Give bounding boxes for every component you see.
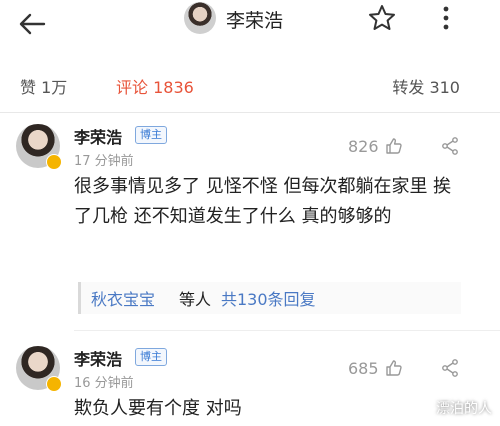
top-bar: 李荣浩 bbox=[0, 0, 500, 48]
tab-reposts[interactable]: 转发 310 bbox=[392, 74, 460, 98]
thumb-up-icon[interactable] bbox=[384, 136, 404, 156]
thumb-up-icon[interactable] bbox=[384, 358, 404, 378]
like-count: 826 bbox=[348, 137, 379, 156]
page-title: 李荣浩 bbox=[226, 10, 284, 32]
reply-user-link[interactable]: 秋衣宝宝 bbox=[91, 286, 155, 310]
comment-time: 16 分钟前 bbox=[74, 376, 134, 391]
tab-likes[interactable]: 赞 1万 bbox=[20, 74, 67, 98]
comment-text: 很多事情见多了 见怪不怪 但每次都躺在家里 挨了几枪 还不知道发生了什么 真的够… bbox=[74, 176, 452, 227]
comment-time: 17 分钟前 bbox=[74, 154, 134, 169]
watermark: 漂泊的人 bbox=[436, 401, 492, 417]
back-arrow-icon[interactable] bbox=[14, 6, 50, 42]
author-tag: 博主 bbox=[135, 348, 167, 366]
share-icon[interactable] bbox=[440, 358, 460, 378]
reply-count-link[interactable]: 共130条回复 bbox=[221, 286, 316, 310]
comment-author[interactable]: 李荣浩 bbox=[74, 346, 122, 370]
more-vertical-icon[interactable] bbox=[436, 2, 456, 34]
share-icon[interactable] bbox=[440, 136, 460, 156]
author-tag: 博主 bbox=[135, 126, 167, 144]
divider bbox=[74, 330, 500, 331]
star-icon[interactable] bbox=[366, 2, 398, 34]
verified-badge-icon bbox=[46, 376, 62, 392]
divider bbox=[0, 112, 500, 113]
reply-text: 等人 bbox=[179, 290, 212, 309]
reply-summary[interactable]: 秋衣宝宝 等人 共130条回复 bbox=[78, 282, 461, 314]
like-count: 685 bbox=[348, 359, 379, 378]
comment-author[interactable]: 李荣浩 bbox=[74, 124, 122, 148]
tab-comments[interactable]: 评论 1836 bbox=[116, 74, 194, 98]
verified-badge-icon bbox=[46, 154, 62, 170]
stats-tabs: 赞 1万 评论 1836 转发 310 bbox=[0, 70, 500, 100]
avatar[interactable] bbox=[184, 2, 216, 34]
comment-text: 欺负人要有个度 对吗 bbox=[74, 398, 242, 419]
